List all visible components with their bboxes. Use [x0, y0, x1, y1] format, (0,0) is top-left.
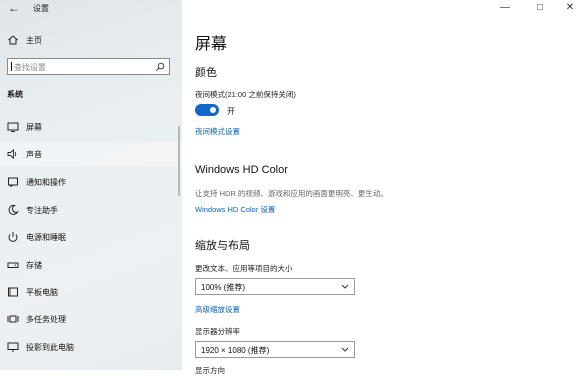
- chevron-down-icon: [341, 347, 349, 352]
- sidebar-item-label: 电源和睡眠: [26, 233, 66, 242]
- sidebar-item-label: 专注助手: [26, 206, 58, 215]
- maximize-button[interactable]: □: [530, 2, 550, 13]
- notification-icon: [8, 177, 18, 187]
- content-pane: — □ ✕ 屏幕 颜色 夜间模式(21:00 之前保持关闭) 开 夜间模式设置 …: [182, 0, 580, 375]
- page-title: 屏幕: [195, 36, 228, 53]
- minimize-button[interactable]: —: [495, 2, 515, 13]
- speaker-icon: [7, 149, 17, 159]
- app-title: 设置: [33, 4, 49, 13]
- title-bar: ← 设置: [0, 0, 182, 18]
- settings-window: ← 设置 主页 查找设置 系统 屏幕 声音 通知和操作 专注助手 电源和睡眠 存…: [0, 0, 580, 375]
- home-icon: [8, 35, 18, 45]
- search-placeholder: 查找设置: [14, 63, 46, 72]
- monitor-icon: [7, 122, 19, 132]
- hdr-heading: Windows HD Color: [195, 164, 288, 176]
- moon-icon: [8, 204, 19, 215]
- chevron-down-icon: [341, 284, 349, 289]
- night-mode-label: 夜间模式(21:00 之前保持关闭): [195, 90, 296, 99]
- orientation-label: 显示方向: [195, 366, 225, 375]
- sidebar-item-focus-assist[interactable]: 专注助手: [0, 198, 182, 222]
- sidebar-item-label: 投影到此电脑: [26, 343, 74, 352]
- sidebar-item-label: 平板电脑: [26, 288, 58, 297]
- sidebar-item-tablet[interactable]: 平板电脑: [0, 280, 182, 304]
- sidebar-item-display[interactable]: 屏幕: [0, 115, 182, 139]
- color-heading: 颜色: [195, 67, 217, 79]
- tablet-icon: [8, 287, 18, 297]
- hdr-settings-link[interactable]: Windows HD Color 设置: [195, 204, 275, 215]
- sidebar-item-label: 存储: [26, 261, 42, 270]
- sidebar-scrollbar[interactable]: [178, 126, 180, 196]
- scale-layout-heading: 缩放与布局: [195, 240, 250, 252]
- sidebar-item-label: 声音: [26, 150, 42, 159]
- resolution-label: 显示器分辨率: [195, 327, 240, 336]
- sidebar-item-notifications[interactable]: 通知和操作: [0, 170, 182, 194]
- sidebar-item-label: 多任务处理: [26, 315, 66, 324]
- sidebar-item-label: 通知和操作: [26, 178, 66, 187]
- sidebar-item-label: 主页: [26, 36, 42, 45]
- sidebar-section-title: 系统: [7, 90, 23, 99]
- night-mode-settings-link[interactable]: 夜间模式设置: [195, 126, 240, 137]
- toggle-knob: [210, 107, 216, 113]
- close-button[interactable]: ✕: [560, 2, 580, 13]
- text-caret: [11, 62, 12, 71]
- back-arrow-icon[interactable]: ←: [8, 1, 20, 15]
- advanced-scaling-link[interactable]: 高级缩放设置: [195, 304, 240, 315]
- toggle-state-label: 开: [227, 107, 235, 116]
- sidebar-item-power[interactable]: 电源和睡眠: [0, 225, 182, 249]
- sidebar-item-sound[interactable]: 声音: [0, 142, 182, 166]
- search-icon[interactable]: [155, 62, 165, 72]
- hdr-description: 让支持 HDR 的视频、游戏和应用的画面更明亮、更生动。: [195, 189, 388, 198]
- sidebar-item-project-to-pc[interactable]: 投影到此电脑: [0, 335, 182, 359]
- power-icon: [8, 232, 18, 242]
- sidebar-item-home[interactable]: 主页: [0, 32, 182, 50]
- scale-dropdown-value: 100% (推荐): [201, 283, 246, 292]
- sidebar: ← 设置 主页 查找设置 系统 屏幕 声音 通知和操作 专注助手 电源和睡眠 存…: [0, 0, 182, 370]
- sidebar-item-multitasking[interactable]: 多任务处理: [0, 307, 182, 331]
- scale-label: 更改文本、应用等项目的大小: [195, 264, 293, 273]
- sidebar-item-label: 屏幕: [26, 123, 42, 132]
- resolution-dropdown-value: 1920 × 1080 (推荐): [201, 346, 270, 355]
- multitask-icon: [7, 315, 19, 323]
- resolution-dropdown[interactable]: 1920 × 1080 (推荐): [195, 341, 355, 358]
- scale-dropdown[interactable]: 100% (推荐): [195, 278, 355, 295]
- night-mode-toggle[interactable]: [195, 104, 219, 116]
- search-input[interactable]: 查找设置: [7, 58, 170, 75]
- storage-icon: [7, 262, 19, 268]
- sidebar-item-storage[interactable]: 存储: [0, 253, 182, 277]
- projector-icon: [7, 342, 19, 352]
